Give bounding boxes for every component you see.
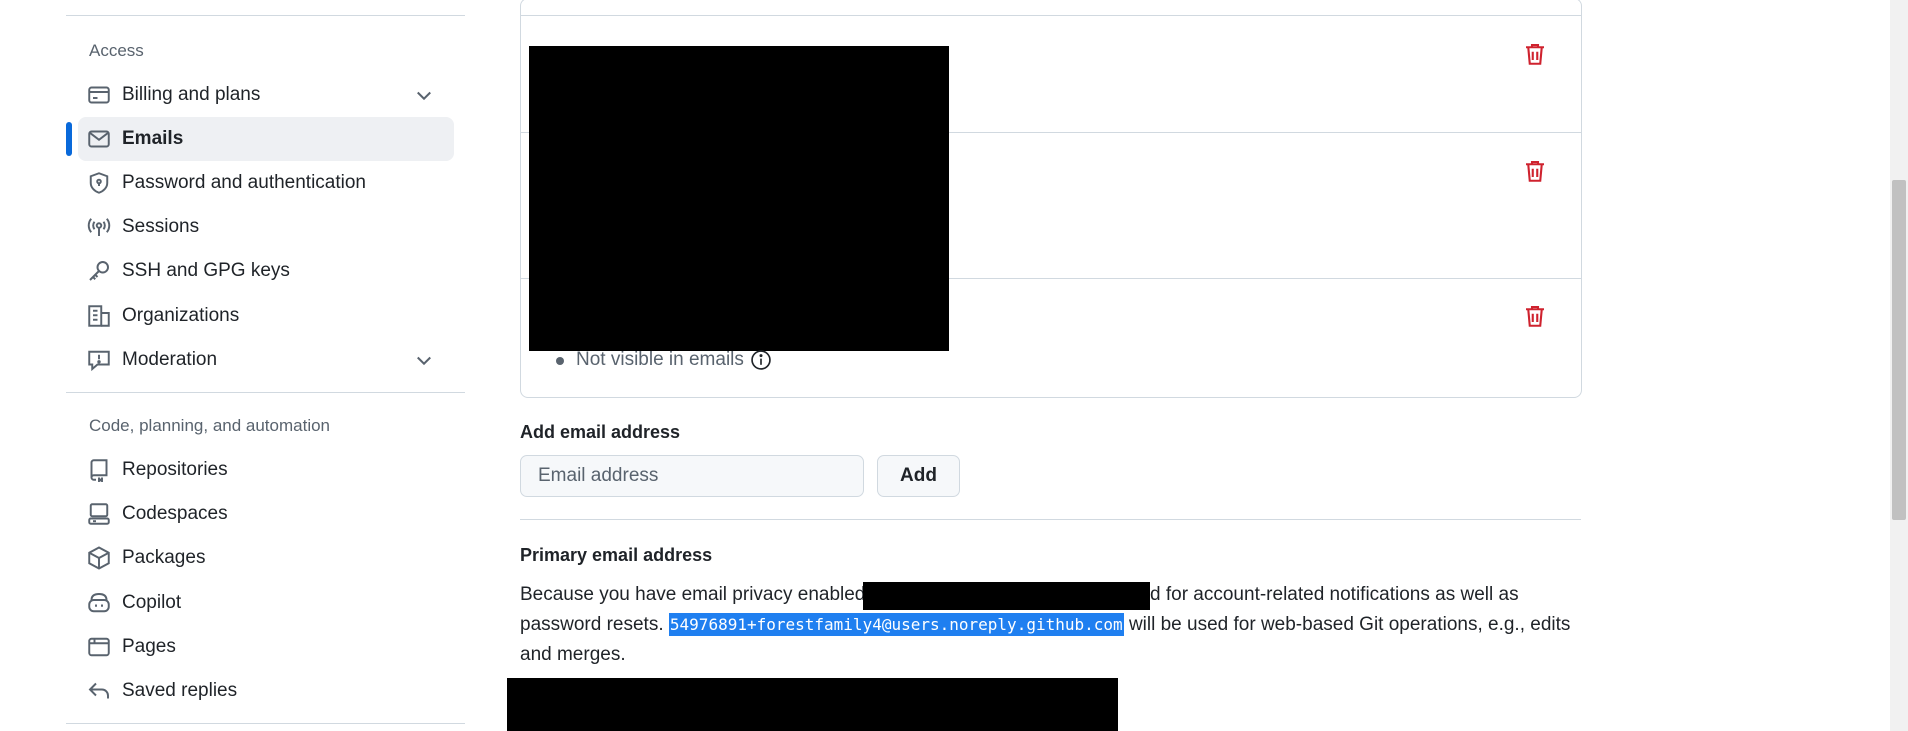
sidebar-item-repositories[interactable]: Repositories <box>78 448 454 492</box>
sidebar-section-heading-access: Access <box>89 41 144 60</box>
active-indicator <box>66 122 72 156</box>
sidebar-top-divider <box>66 15 465 16</box>
description-text: and merges. <box>520 644 626 665</box>
broadcast-icon <box>87 215 111 239</box>
sidebar-item-label: Billing and plans <box>122 84 261 105</box>
sidebar-item-copilot[interactable]: Copilot <box>78 581 454 625</box>
section-divider <box>520 519 1581 520</box>
chevron-down-icon[interactable] <box>414 350 434 370</box>
sidebar-item-organizations[interactable]: Organizations <box>78 294 454 338</box>
row-divider <box>521 15 1581 16</box>
sidebar-item-label: Emails <box>122 128 184 149</box>
credit-card-icon <box>87 83 111 107</box>
sidebar-item-sessions[interactable]: Sessions <box>78 205 454 249</box>
description-text: will be used for web-based Git operation… <box>1128 614 1571 635</box>
sidebar-item-codespaces[interactable]: Codespaces <box>78 492 454 536</box>
description-line: d for account-related notifications as w… <box>1150 580 1519 610</box>
trash-icon[interactable] <box>1523 42 1547 66</box>
copilot-icon <box>87 591 111 615</box>
sidebar-item-label: Organizations <box>122 305 240 326</box>
primary-email-heading: Primary email address <box>520 545 713 565</box>
codespaces-icon <box>87 502 111 526</box>
add-email-heading: Add email address <box>520 422 681 442</box>
redacted-inline <box>863 582 1150 610</box>
primary-email-description: Because you have email privacy enabled d… <box>520 580 1580 672</box>
sidebar-bottom-divider <box>66 723 465 724</box>
sidebar-item-label: Saved replies <box>122 680 238 701</box>
sidebar-item-label: Codespaces <box>122 503 228 524</box>
description-text: password resets. <box>520 614 664 635</box>
package-icon <box>87 546 111 570</box>
sidebar-item-label: SSH and GPG keys <box>122 260 290 281</box>
sidebar-item-label: Sessions <box>122 216 200 237</box>
sidebar-item-label: Copilot <box>122 592 182 613</box>
sidebar-item-label: Moderation <box>122 349 218 370</box>
description-text: d for account-related notifications as w… <box>1150 584 1519 605</box>
key-icon <box>87 259 111 283</box>
sidebar-item-moderation[interactable]: Moderation <box>78 338 454 382</box>
description-text: Because you have email privacy enabled <box>520 584 866 605</box>
sidebar-section-heading-code: Code, planning, and automation <box>89 416 331 435</box>
add-email-button[interactable]: Add <box>877 455 960 497</box>
reply-icon <box>87 679 111 703</box>
list-bullet <box>556 357 564 365</box>
sidebar-section-divider <box>66 392 465 393</box>
sidebar-item-label: Packages <box>122 547 206 568</box>
report-icon <box>87 348 111 372</box>
redacted-block <box>529 46 949 351</box>
email-field[interactable] <box>520 455 864 497</box>
browser-icon <box>87 635 111 659</box>
trash-icon[interactable] <box>1523 159 1547 183</box>
sidebar-item-ssh-gpg[interactable]: SSH and GPG keys <box>78 249 454 293</box>
redacted-block <box>507 678 1118 731</box>
chevron-down-icon[interactable] <box>414 85 434 105</box>
trash-icon[interactable] <box>1523 304 1547 328</box>
sidebar-item-label: Pages <box>122 636 176 657</box>
sidebar-item-pages[interactable]: Pages <box>78 625 454 669</box>
description-line: and merges. <box>520 640 626 670</box>
sidebar-item-label: Password and authentication <box>122 172 366 193</box>
description-line: password resets. 54976891+forestfamily4@… <box>520 610 1570 640</box>
shield-lock-icon <box>87 171 111 195</box>
sidebar-item-saved-replies[interactable]: Saved replies <box>78 669 454 713</box>
sidebar-item-packages[interactable]: Packages <box>78 536 454 580</box>
sidebar-item-password[interactable]: Password and authentication <box>78 161 454 205</box>
sidebar-item-label: Repositories <box>122 459 228 480</box>
repo-icon <box>87 458 111 482</box>
sidebar-item-emails[interactable]: Emails <box>78 117 454 161</box>
not-visible-text: Not visible in emails <box>576 349 744 370</box>
mail-icon <box>87 127 111 151</box>
info-icon[interactable] <box>750 349 772 371</box>
scrollbar-thumb[interactable] <box>1892 180 1906 520</box>
organization-icon <box>87 304 111 328</box>
sidebar-item-billing[interactable]: Billing and plans <box>78 73 454 117</box>
noreply-email-address[interactable]: 54976891+forestfamily4@users.noreply.git… <box>668 613 1124 636</box>
not-visible-note: Not visible in emails <box>576 349 772 371</box>
description-line: Because you have email privacy enabled <box>520 580 865 610</box>
